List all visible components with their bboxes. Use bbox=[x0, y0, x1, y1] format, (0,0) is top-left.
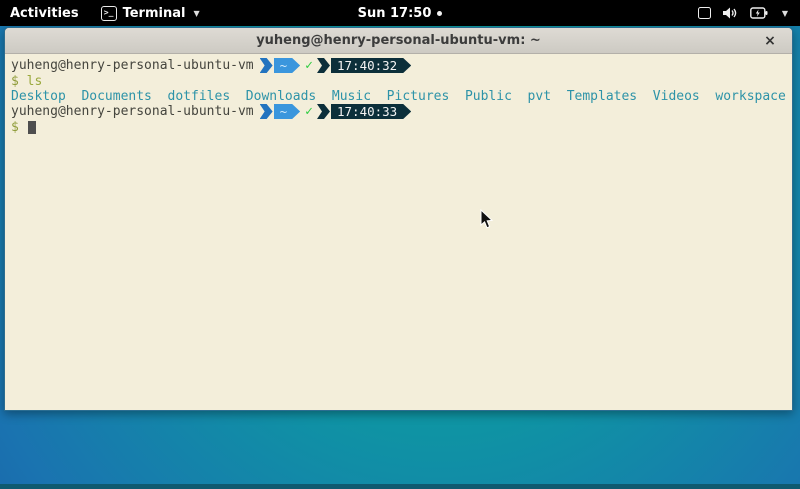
prompt-dollar: $ bbox=[11, 120, 19, 135]
activities-button[interactable]: Activities bbox=[0, 0, 91, 26]
notification-dot-icon bbox=[437, 11, 442, 16]
chevron-down-icon: ▼ bbox=[782, 9, 788, 18]
system-status-area[interactable]: ▼ bbox=[698, 0, 800, 26]
powerline-chevron-icon bbox=[260, 58, 273, 73]
window-titlebar[interactable]: yuheng@henry-personal-ubuntu-vm: ~ × bbox=[5, 28, 792, 54]
app-menu-label: Terminal bbox=[123, 6, 186, 21]
app-menu-terminal[interactable]: >_ Terminal ▼ bbox=[91, 0, 210, 26]
prompt-line-1: yuheng@henry-personal-ubuntu-vm ~ ✓ 17:4… bbox=[11, 58, 411, 73]
prompt-line-2: yuheng@henry-personal-ubuntu-vm ~ ✓ 17:4… bbox=[11, 104, 411, 119]
desktop: { "top_bar": { "activities_label": "Acti… bbox=[0, 0, 800, 489]
terminal-app-icon: >_ bbox=[101, 6, 117, 21]
battery-charging-icon bbox=[750, 7, 768, 19]
ls-output: Desktop Documents dotfiles Downloads Mus… bbox=[11, 89, 786, 104]
prompt-directory: ~ bbox=[274, 104, 301, 119]
prompt-timestamp: 17:40:33 bbox=[331, 104, 411, 119]
input-line[interactable]: $ bbox=[11, 120, 36, 135]
prompt-timestamp: 17:40:32 bbox=[331, 58, 411, 73]
close-button[interactable]: × bbox=[760, 28, 780, 54]
powerline-chevron-icon bbox=[317, 104, 330, 119]
text-cursor bbox=[28, 121, 36, 134]
prompt-dollar: $ bbox=[11, 74, 19, 89]
status-check-icon: ✓ bbox=[305, 58, 313, 73]
chevron-down-icon: ▼ bbox=[193, 9, 199, 18]
prompt-user: yuheng@henry-personal-ubuntu-vm bbox=[11, 58, 254, 73]
powerline-segments: ~ ✓ 17:40:33 bbox=[260, 104, 412, 119]
powerline-segments: ~ ✓ 17:40:32 bbox=[260, 58, 412, 73]
powerline-chevron-icon bbox=[260, 104, 273, 119]
volume-icon bbox=[723, 6, 738, 20]
clock[interactable]: Sun 17:50 bbox=[358, 6, 432, 21]
window-title: yuheng@henry-personal-ubuntu-vm: ~ bbox=[256, 33, 541, 48]
terminal-content[interactable]: yuheng@henry-personal-ubuntu-vm ~ ✓ 17:4… bbox=[5, 54, 792, 410]
typed-command: ls bbox=[27, 74, 43, 89]
command-line: $ ls bbox=[11, 74, 42, 89]
terminal-window: yuheng@henry-personal-ubuntu-vm: ~ × yuh… bbox=[4, 27, 793, 411]
prompt-user: yuheng@henry-personal-ubuntu-vm bbox=[11, 104, 254, 119]
desktop-bottom-strip bbox=[0, 484, 800, 489]
prompt-directory: ~ bbox=[274, 58, 301, 73]
mouse-cursor-icon bbox=[480, 209, 494, 230]
status-check-icon: ✓ bbox=[305, 104, 313, 119]
screen-icon bbox=[698, 7, 711, 19]
powerline-chevron-icon bbox=[317, 58, 330, 73]
top-bar: Activities >_ Terminal ▼ Sun 17:50 ▼ bbox=[0, 0, 800, 26]
